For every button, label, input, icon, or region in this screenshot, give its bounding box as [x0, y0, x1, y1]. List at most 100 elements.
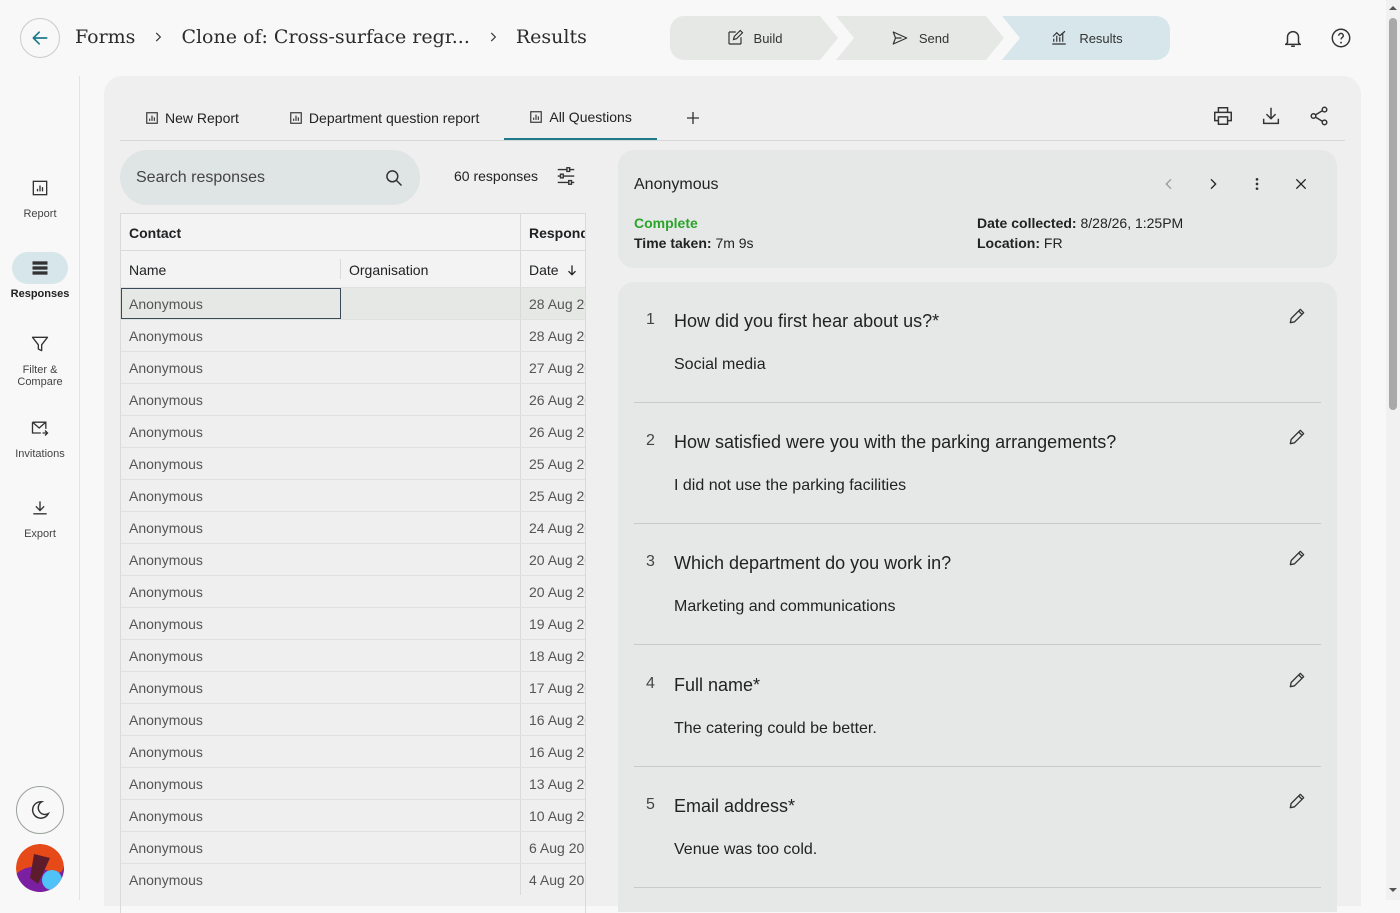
- question-answer: Venue was too cold.: [674, 841, 818, 858]
- sliders-icon[interactable]: [555, 165, 577, 187]
- help-icon[interactable]: [1329, 26, 1353, 50]
- table-row[interactable]: Anonymous 26 Aug 2026: [121, 383, 585, 415]
- page-scrollbar[interactable]: [1386, 0, 1400, 900]
- rail-report[interactable]: Report: [0, 172, 80, 220]
- cell-name: Anonymous: [129, 552, 203, 568]
- scroll-up-icon[interactable]: [1389, 4, 1397, 12]
- table-row[interactable]: Anonymous 28 Aug 2026: [121, 287, 585, 319]
- chevron-right-icon[interactable]: [1201, 172, 1225, 196]
- plus-icon: [685, 110, 701, 126]
- table-row[interactable]: Anonymous 13 Aug 2026: [121, 767, 585, 799]
- tab-department-question-report[interactable]: Department question report: [264, 96, 504, 140]
- table-row[interactable]: Anonymous 6 Aug 2026: [121, 831, 585, 863]
- col-date[interactable]: Date: [529, 262, 579, 278]
- cell-organisation: [341, 544, 521, 575]
- column-divider: [520, 288, 521, 319]
- tab-label: New Report: [165, 110, 239, 126]
- pencil-icon[interactable]: [1287, 306, 1311, 330]
- respondent-name: Anonymous: [634, 176, 719, 193]
- detail-nav: [1157, 172, 1313, 196]
- pencil-icon[interactable]: [1287, 548, 1311, 572]
- table-row[interactable]: Anonymous 28 Aug 2026: [121, 319, 585, 351]
- rail-invitations[interactable]: Invitations: [0, 412, 80, 460]
- pencil-icon[interactable]: [1287, 427, 1311, 451]
- table-row[interactable]: Anonymous 19 Aug 2026: [121, 607, 585, 639]
- table-row[interactable]: Anonymous 10 Aug 2026: [121, 799, 585, 831]
- tab-new-report[interactable]: New Report: [120, 96, 264, 140]
- print-icon[interactable]: [1211, 104, 1235, 128]
- table-row[interactable]: Anonymous 24 Aug 2026: [121, 511, 585, 543]
- date-collected-value: 8/28/26, 1:25PM: [1080, 215, 1184, 231]
- step-build-label: Build: [753, 30, 783, 46]
- cell-date: 17 Aug 2026: [529, 680, 585, 696]
- column-divider: [520, 672, 521, 703]
- rail-responses[interactable]: Responses: [0, 252, 80, 300]
- step-build[interactable]: Build: [670, 16, 838, 60]
- cell-date: 25 Aug 2026: [529, 488, 585, 504]
- tab-label: All Questions: [549, 109, 632, 125]
- theme-toggle-button[interactable]: [16, 786, 64, 834]
- question-item: 1 How did you first hear about us?* Soci…: [634, 282, 1321, 403]
- col-name[interactable]: Name: [129, 262, 166, 278]
- table-row[interactable]: Anonymous 16 Aug 2026: [121, 703, 585, 735]
- cell-date: 26 Aug 2026: [529, 424, 585, 440]
- rail-responses-label: Responses: [10, 288, 70, 300]
- status-badge: Complete: [634, 215, 698, 231]
- step-results[interactable]: Results: [1002, 16, 1170, 60]
- cell-organisation: [341, 800, 521, 831]
- cell-name: Anonymous: [129, 360, 203, 376]
- back-button[interactable]: [20, 18, 60, 58]
- share-icon[interactable]: [1307, 104, 1331, 128]
- table-row[interactable]: Anonymous 26 Aug 2026: [121, 415, 585, 447]
- table-row[interactable]: Anonymous 25 Aug 2026: [121, 447, 585, 479]
- tab-all-questions[interactable]: All Questions: [504, 96, 657, 140]
- edit-icon: [726, 29, 744, 47]
- table-row[interactable]: Anonymous 18 Aug 2026: [121, 639, 585, 671]
- add-tab-button[interactable]: [657, 96, 723, 140]
- pencil-icon[interactable]: [1287, 670, 1311, 694]
- scroll-thumb[interactable]: [1389, 18, 1397, 410]
- rail-export[interactable]: Export: [0, 492, 80, 540]
- question-number: 4: [646, 675, 655, 692]
- table-row[interactable]: Anonymous 20 Aug 2026: [121, 575, 585, 607]
- cell-name: Anonymous: [129, 744, 203, 760]
- cell-organisation: [341, 416, 521, 447]
- close-icon[interactable]: [1289, 172, 1313, 196]
- column-divider: [520, 352, 521, 383]
- more-vertical-icon[interactable]: [1245, 172, 1269, 196]
- search-icon[interactable]: [384, 168, 404, 188]
- avatar[interactable]: [16, 844, 64, 892]
- question-item: 4 Full name* The catering could be bette…: [634, 646, 1321, 767]
- col-organisation[interactable]: Organisation: [349, 262, 428, 278]
- chevron-left-icon[interactable]: [1157, 172, 1181, 196]
- main-card: New Report Department question report Al…: [104, 76, 1361, 913]
- cell-name: Anonymous: [129, 712, 203, 728]
- table-row[interactable]: Anonymous 16 Aug 2026: [121, 735, 585, 767]
- table-row[interactable]: Anonymous 4 Aug 2026: [121, 863, 585, 895]
- breadcrumb-forms[interactable]: Forms: [75, 26, 135, 48]
- table-row[interactable]: Anonymous 25 Aug 2026: [121, 479, 585, 511]
- column-divider: [520, 576, 521, 607]
- column-divider: [520, 384, 521, 415]
- question-number: 2: [646, 432, 655, 449]
- breadcrumb-form[interactable]: Clone of: Cross-surface regr...: [181, 26, 469, 48]
- group-respond: Respond: [529, 225, 586, 241]
- search-input[interactable]: [136, 168, 384, 187]
- table-row[interactable]: Anonymous 17 Aug 2026: [121, 671, 585, 703]
- table-row[interactable]: Anonymous 20 Aug 2026: [121, 543, 585, 575]
- download-icon[interactable]: [1259, 104, 1283, 128]
- location-value: FR: [1043, 235, 1063, 251]
- pencil-icon[interactable]: [1287, 791, 1311, 815]
- cell-organisation: [341, 512, 521, 543]
- column-divider[interactable]: [340, 259, 341, 279]
- group-contact: Contact: [129, 225, 182, 241]
- date-collected: Date collected: 8/28/26, 1:25PM: [977, 215, 1183, 231]
- step-send-label: Send: [918, 30, 950, 46]
- rail-filter-compare[interactable]: Filter & Compare: [0, 328, 80, 388]
- table-row[interactable]: Anonymous 27 Aug 2026: [121, 351, 585, 383]
- rail-filter-label-1: Filter &: [22, 364, 58, 376]
- scroll-down-icon[interactable]: [1389, 886, 1397, 894]
- step-send[interactable]: Send: [836, 16, 1004, 60]
- bell-icon[interactable]: [1281, 26, 1305, 50]
- report-icon: [12, 172, 68, 204]
